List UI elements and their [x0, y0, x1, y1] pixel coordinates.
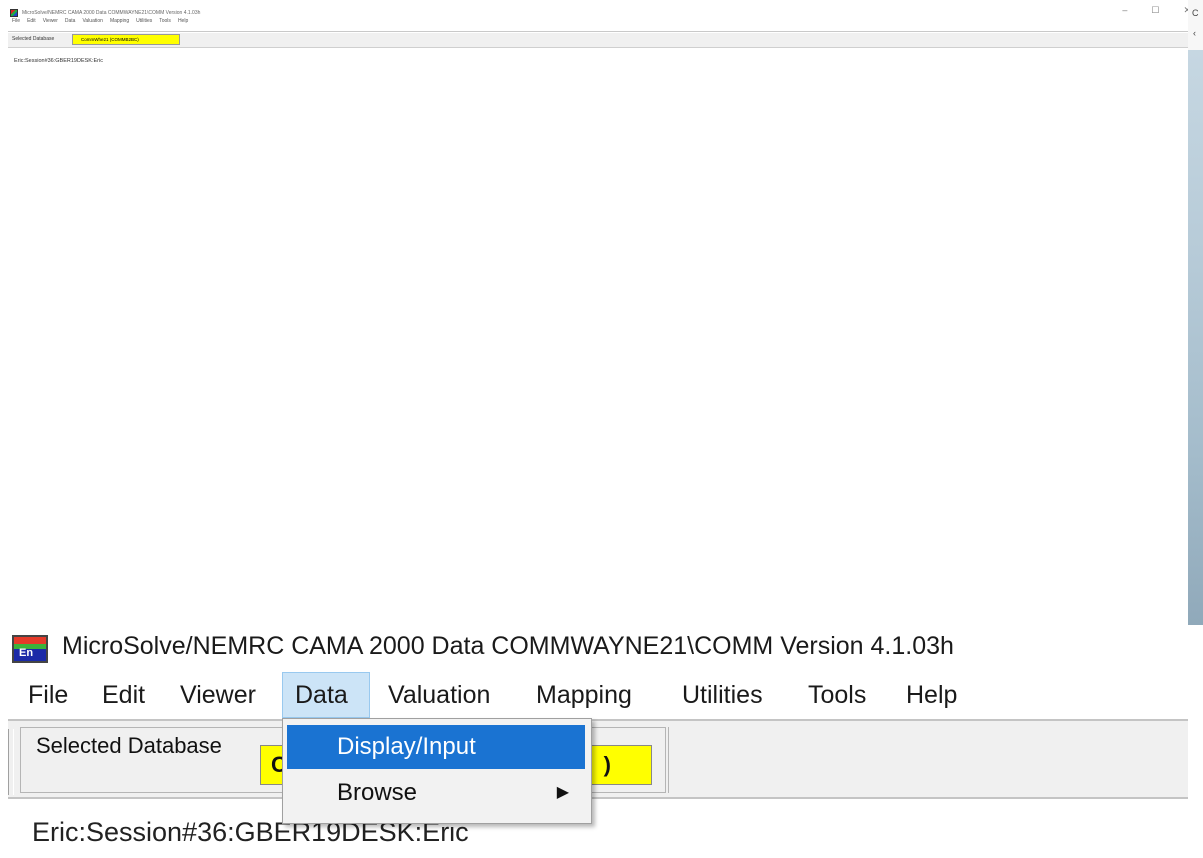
desktop-edge-top: C ‹: [1188, 0, 1203, 50]
mini-menu-mapping[interactable]: Mapping: [110, 18, 129, 24]
toolbar-divider: [8, 797, 1188, 799]
menu-item-browse[interactable]: Browse ▶: [287, 771, 585, 815]
window-controls: – ☐ ✕: [1122, 5, 1191, 16]
edge-chevron-icon[interactable]: ‹: [1193, 28, 1196, 38]
selected-database-label: Selected Database: [36, 733, 222, 758]
mini-divider: [8, 31, 1188, 32]
mini-window-title: MicroSolve/NEMRC CAMA 2000 Data COMMWAYN…: [22, 10, 201, 16]
menu-help[interactable]: Help: [894, 672, 969, 718]
toolbar-grip[interactable]: [8, 729, 14, 795]
mini-menu-bar: File Edit Viewer Data Valuation Mapping …: [12, 18, 188, 24]
mini-title-bar: MicroSolve/NEMRC CAMA 2000 Data COMMWAYN…: [10, 8, 1190, 18]
maximize-button[interactable]: ☐: [1151, 5, 1159, 16]
mini-menu-viewer[interactable]: Viewer: [43, 18, 58, 24]
menu-item-display-input[interactable]: Display/Input: [287, 725, 585, 769]
menu-item-label: Browse: [337, 779, 418, 806]
menu-viewer[interactable]: Viewer: [168, 672, 268, 718]
mini-session-text: Eric:Session#36:GBER19DESK:Eric: [14, 58, 103, 64]
toolbar-empty-group: [668, 727, 1189, 793]
menu-utilities[interactable]: Utilities: [670, 672, 775, 718]
mini-toolbar: Selected Database CommWhe21 (COMMB2BC): [8, 33, 1188, 48]
desktop-background-strip: [1188, 50, 1203, 625]
menu-data[interactable]: Data: [282, 672, 370, 718]
database-field-end: ): [603, 752, 611, 777]
mini-database-field: CommWhe21 (COMMB2BC): [72, 34, 180, 45]
window-title: MicroSolve/NEMRC CAMA 2000 Data COMMWAYN…: [62, 632, 954, 660]
app-logo-icon: [10, 9, 18, 17]
mini-menu-tools[interactable]: Tools: [159, 18, 171, 24]
menu-edit[interactable]: Edit: [90, 672, 157, 718]
edge-letter: C: [1192, 8, 1199, 18]
menu-bar: File Edit Viewer Data Valuation Mapping …: [0, 672, 1188, 718]
menu-mapping[interactable]: Mapping: [524, 672, 644, 718]
logo-letters: En: [19, 647, 34, 659]
app-logo-icon: En: [12, 635, 48, 663]
triangle-right-icon: ▶: [556, 784, 569, 801]
menu-file[interactable]: File: [16, 672, 80, 718]
toolbar: Selected Database C ): [8, 721, 1188, 797]
mini-selected-database-label: Selected Database: [12, 36, 55, 42]
mini-menu-help[interactable]: Help: [178, 18, 188, 24]
mini-menu-edit[interactable]: Edit: [27, 18, 36, 24]
menu-valuation[interactable]: Valuation: [376, 672, 502, 718]
minimize-button[interactable]: –: [1122, 5, 1127, 16]
mini-menu-valuation[interactable]: Valuation: [82, 18, 102, 24]
data-dropdown-menu: Display/Input Browse ▶: [282, 718, 592, 824]
mini-menu-file[interactable]: File: [12, 18, 20, 24]
mini-menu-data[interactable]: Data: [65, 18, 76, 24]
menu-tools[interactable]: Tools: [796, 672, 878, 718]
title-bar: En MicroSolve/NEMRC CAMA 2000 Data COMMW…: [12, 627, 1188, 663]
menu-item-label: Display/Input: [337, 733, 476, 760]
mini-menu-utilities[interactable]: Utilities: [136, 18, 152, 24]
